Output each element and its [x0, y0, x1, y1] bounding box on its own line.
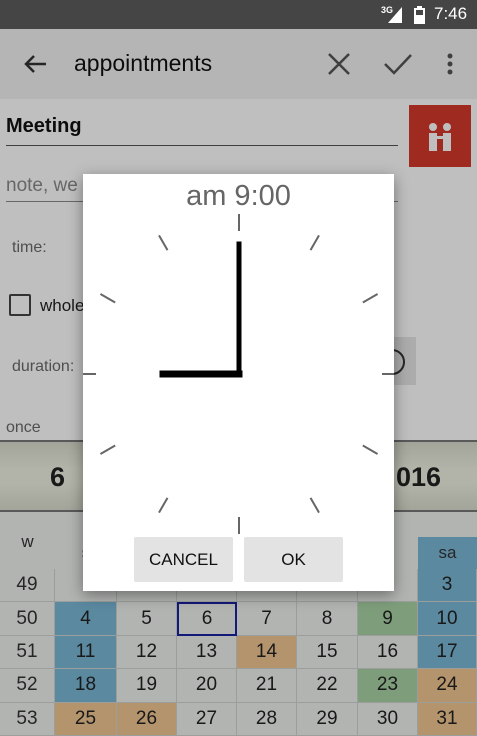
hour-tick	[309, 497, 320, 514]
signal-icon	[388, 7, 402, 23]
hour-tick	[362, 293, 379, 304]
time-picker-dialog: am 9:00 CANCEL OK	[83, 174, 394, 591]
hour-tick	[158, 497, 169, 514]
status-clock: 7:46	[434, 4, 468, 23]
hour-tick	[99, 293, 116, 304]
hour-tick	[309, 234, 320, 251]
hour-tick	[362, 444, 379, 455]
hour-tick	[158, 234, 169, 251]
hour-tick	[99, 444, 116, 455]
selected-time: am 9:00	[186, 180, 291, 212]
analog-clock-face[interactable]	[83, 214, 394, 534]
status-bar: 3G 7:46	[0, 0, 477, 29]
ok-button[interactable]: OK	[244, 537, 343, 582]
battery-icon	[414, 6, 425, 24]
cancel-button[interactable]: CANCEL	[134, 537, 233, 582]
